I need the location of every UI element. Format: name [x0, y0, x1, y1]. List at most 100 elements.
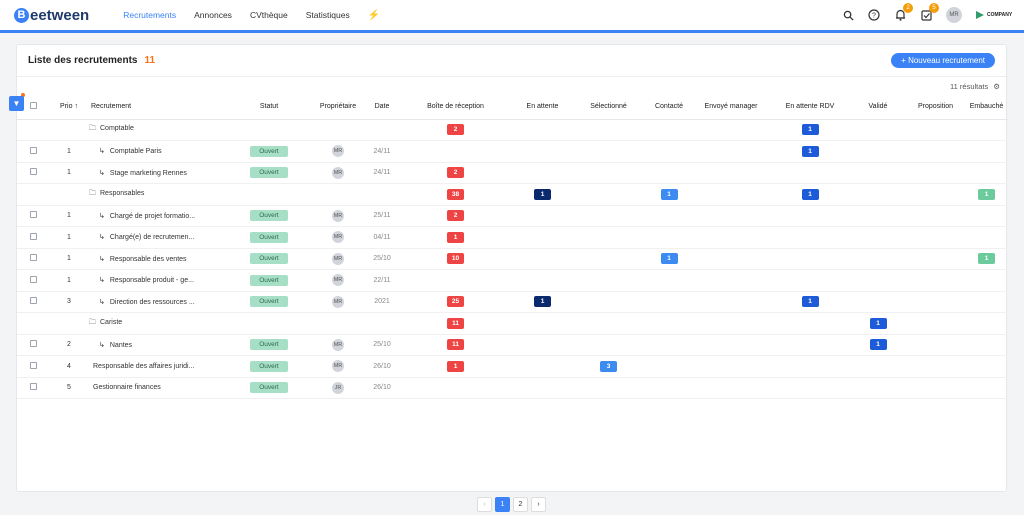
stage-count-wait[interactable]: 1 — [534, 296, 551, 308]
settings-icon[interactable]: ⚙ — [993, 82, 1000, 91]
stage-cell-rdv[interactable]: 1 — [770, 140, 850, 163]
table-row[interactable]: 5 Gestionnaire finances Ouvert JR 26/10 — [17, 377, 1008, 399]
user-avatar[interactable]: MR — [946, 7, 962, 23]
group-row[interactable]: 🗀 Cariste 11 1 — [17, 312, 1008, 335]
group-name-cell[interactable]: 🗀 Cariste — [89, 312, 397, 335]
row-checkbox-cell[interactable] — [17, 291, 49, 313]
row-checkbox[interactable] — [29, 232, 37, 240]
stage-count-rdv[interactable]: 1 — [801, 188, 819, 200]
col-boite-reception[interactable]: Boîte de réception — [397, 95, 514, 120]
group-name-cell[interactable]: 🗀 Responsables — [89, 183, 397, 206]
stage-cell-wait[interactable]: 1 — [514, 183, 571, 206]
col-contacte[interactable]: Contacté — [646, 95, 692, 120]
stage-cell-valid[interactable]: 1 — [850, 334, 906, 356]
new-recruitment-button[interactable]: + Nouveau recrutement — [891, 53, 995, 68]
row-checkbox-cell[interactable] — [17, 226, 49, 249]
stage-cell-inbox[interactable]: 25 — [397, 291, 514, 313]
table-row[interactable]: 1 ↳ Comptable Paris Ouvert MR 24/11 1 — [17, 140, 1008, 163]
col-en-attente[interactable]: En attente — [514, 95, 571, 120]
col-statut[interactable]: Statut — [229, 95, 309, 120]
recruitment-name-cell[interactable]: ↳ Comptable Paris — [89, 140, 229, 163]
company-logo[interactable]: COMPANY — [976, 11, 1012, 19]
next-page-button[interactable]: › — [531, 497, 546, 512]
table-row[interactable]: 4 Responsable des affaires juridi... Ouver… — [17, 355, 1008, 378]
stage-count-valid[interactable]: 1 — [869, 339, 887, 351]
table-row[interactable]: 1 ↳ Chargé(e) de recrutemen... Ouvert MR 04/1… — [17, 226, 1008, 249]
row-checkbox[interactable] — [29, 340, 37, 348]
col-date[interactable]: Date — [367, 95, 397, 120]
stage-cell-hired[interactable]: 1 — [965, 248, 1008, 270]
nav-annonces[interactable]: Annonces — [194, 10, 232, 21]
row-checkbox[interactable] — [29, 383, 37, 391]
recruitment-name-cell[interactable]: ↳ Responsable produit - ge... — [89, 269, 229, 292]
stage-count-inbox[interactable]: 11 — [447, 339, 464, 351]
stage-count-contact[interactable]: 1 — [660, 253, 678, 265]
stage-count-wait[interactable]: 1 — [534, 188, 551, 200]
row-checkbox[interactable] — [29, 254, 37, 262]
stage-count-valid[interactable]: 1 — [869, 317, 887, 329]
tasks-icon[interactable]: 5 — [920, 3, 939, 21]
stage-cell-inbox[interactable]: 38 — [397, 183, 514, 206]
stage-count-rdv[interactable]: 1 — [801, 124, 819, 136]
group-row[interactable]: 🗀 Comptable 2 1 — [17, 119, 1008, 141]
col-envoye-manager[interactable]: Envoyé manager — [692, 95, 770, 120]
col-valide[interactable]: Validé — [850, 95, 906, 120]
row-checkbox[interactable] — [29, 297, 37, 305]
row-checkbox[interactable] — [29, 168, 37, 176]
col-prio[interactable]: Prio ↑ — [49, 95, 89, 120]
stage-cell-inbox[interactable]: 11 — [397, 312, 514, 335]
stage-count-hired[interactable]: 1 — [978, 253, 995, 265]
recruitment-name-cell[interactable]: Gestionnaire finances — [89, 377, 229, 399]
row-checkbox-cell[interactable] — [17, 377, 49, 399]
table-row[interactable]: 1 ↳ Stage marketing Rennes Ouvert MR 24/11 2 — [17, 162, 1008, 184]
stage-cell-contact[interactable]: 1 — [646, 183, 692, 206]
table-row[interactable]: 1 ↳ Responsable produit - ge... Ouvert MR 22/… — [17, 269, 1008, 292]
recruitment-name-cell[interactable]: ↳ Responsable des ventes — [89, 248, 229, 270]
select-all-checkbox[interactable] — [17, 95, 49, 120]
stage-count-rdv[interactable]: 1 — [801, 145, 819, 157]
row-checkbox-cell[interactable] — [17, 162, 49, 184]
group-row[interactable]: 🗀 Responsables 38 1 1 1 1 — [17, 183, 1008, 206]
bell-icon[interactable]: 2 — [894, 3, 913, 21]
stage-cell-rdv[interactable]: 1 — [770, 291, 850, 313]
recruitment-name-cell[interactable]: ↳ Nantes — [89, 334, 229, 356]
stage-count-inbox[interactable]: 2 — [447, 124, 464, 136]
stage-count-inbox[interactable]: 2 — [447, 167, 464, 179]
app-logo[interactable]: B eetween — [14, 7, 89, 24]
page-1-button[interactable]: 1 — [495, 497, 510, 512]
col-en-attente-rdv[interactable]: En attente RDV — [770, 95, 850, 120]
group-name-cell[interactable]: 🗀 Comptable — [89, 119, 397, 141]
stage-cell-inbox[interactable]: 10 — [397, 248, 514, 270]
stage-cell-inbox[interactable]: 1 — [397, 226, 514, 249]
page-2-button[interactable]: 2 — [513, 497, 528, 512]
stage-count-inbox[interactable]: 11 — [447, 317, 464, 329]
table-row[interactable]: 2 ↳ Nantes Ouvert MR 25/10 11 1 — [17, 334, 1008, 356]
recruitment-name-cell[interactable]: Responsable des affaires juridi... — [89, 355, 229, 378]
row-checkbox[interactable] — [29, 211, 37, 219]
help-icon[interactable]: ? — [868, 9, 880, 21]
stage-cell-hired[interactable]: 1 — [965, 183, 1008, 206]
prev-page-button[interactable]: ‹ — [477, 497, 492, 512]
row-checkbox-cell[interactable] — [17, 248, 49, 270]
col-selectionne[interactable]: Sélectionné — [571, 95, 646, 120]
stage-count-inbox[interactable]: 25 — [447, 296, 464, 308]
table-row[interactable]: 1 ↳ Responsable des ventes Ouvert MR 25/10 10 1… — [17, 248, 1008, 270]
row-checkbox[interactable] — [29, 146, 37, 154]
stage-cell-rdv[interactable]: 1 — [770, 119, 850, 141]
stage-cell-rdv[interactable]: 1 — [770, 183, 850, 206]
stage-count-contact[interactable]: 1 — [660, 188, 678, 200]
row-checkbox-cell[interactable] — [17, 269, 49, 292]
nav-statistiques[interactable]: Statistiques — [306, 10, 350, 21]
nav-cvtheque[interactable]: CVthèque — [250, 10, 288, 21]
row-checkbox[interactable] — [29, 275, 37, 283]
row-checkbox-cell[interactable] — [17, 334, 49, 356]
table-row[interactable]: 3 ↳ Direction des ressources ... Ouvert MR 20… — [17, 291, 1008, 313]
row-checkbox[interactable] — [29, 361, 37, 369]
stage-cell-inbox[interactable]: 2 — [397, 119, 514, 141]
recruitment-name-cell[interactable]: ↳ Chargé de projet formatio... — [89, 205, 229, 227]
stage-count-rdv[interactable]: 1 — [801, 296, 819, 308]
stage-cell-wait[interactable]: 1 — [514, 291, 571, 313]
recruitment-name-cell[interactable]: ↳ Stage marketing Rennes — [89, 162, 229, 184]
stage-cell-inbox[interactable]: 1 — [397, 355, 514, 378]
lightning-icon[interactable]: ⚡ — [368, 10, 380, 21]
